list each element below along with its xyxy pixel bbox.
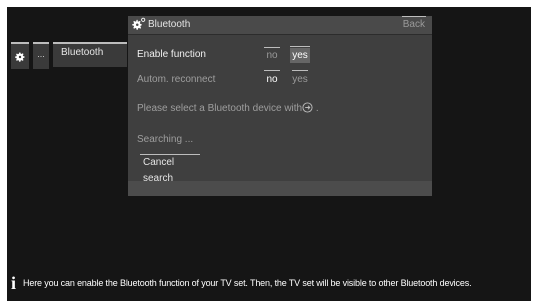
nav-settings-item[interactable] [11, 42, 29, 69]
autom-reconnect-yes-option[interactable]: yes [290, 72, 310, 87]
bluetooth-dialog: Bluetooth Back Enable function no yes Au… [128, 16, 432, 196]
autom-reconnect-no-option[interactable]: no [262, 72, 282, 87]
nav-more-item[interactable]: ... [33, 42, 49, 69]
gear-icon [15, 52, 25, 62]
back-button[interactable]: Back [403, 19, 425, 30]
dialog-footer [128, 181, 432, 196]
info-text: Here you can enable the Bluetooth functi… [23, 278, 472, 288]
autom-reconnect-label: Autom. reconnect [137, 74, 216, 85]
remote-button-icon [302, 102, 313, 113]
info-bar: i Here you can enable the Bluetooth func… [11, 273, 531, 293]
cancel-search-button[interactable]: Cancel search [140, 154, 200, 184]
dialog-title: Bluetooth [148, 19, 191, 30]
info-icon: i [11, 273, 17, 293]
enable-function-no-option[interactable]: no [262, 48, 282, 63]
tv-screen: ... Bluetooth Bluetooth Back Enable func… [7, 7, 531, 301]
back-button-indicator [402, 16, 426, 17]
message-text-end: . [313, 103, 319, 114]
select-device-message: Please select a Bluetooth device with . [137, 102, 319, 114]
reconnect-yes-indicator [292, 70, 308, 71]
enable-yes-indicator [290, 46, 310, 47]
gear-icon [132, 17, 146, 30]
nav-bluetooth-item[interactable]: Bluetooth [53, 42, 127, 67]
searching-status: Searching ... [137, 134, 194, 145]
reconnect-no-indicator [264, 70, 280, 71]
enable-function-yes-option[interactable]: yes [290, 48, 310, 63]
message-text: Please select a Bluetooth device with [137, 103, 303, 114]
enable-function-label: Enable function [137, 49, 206, 60]
dialog-header: Bluetooth Back [128, 16, 432, 35]
